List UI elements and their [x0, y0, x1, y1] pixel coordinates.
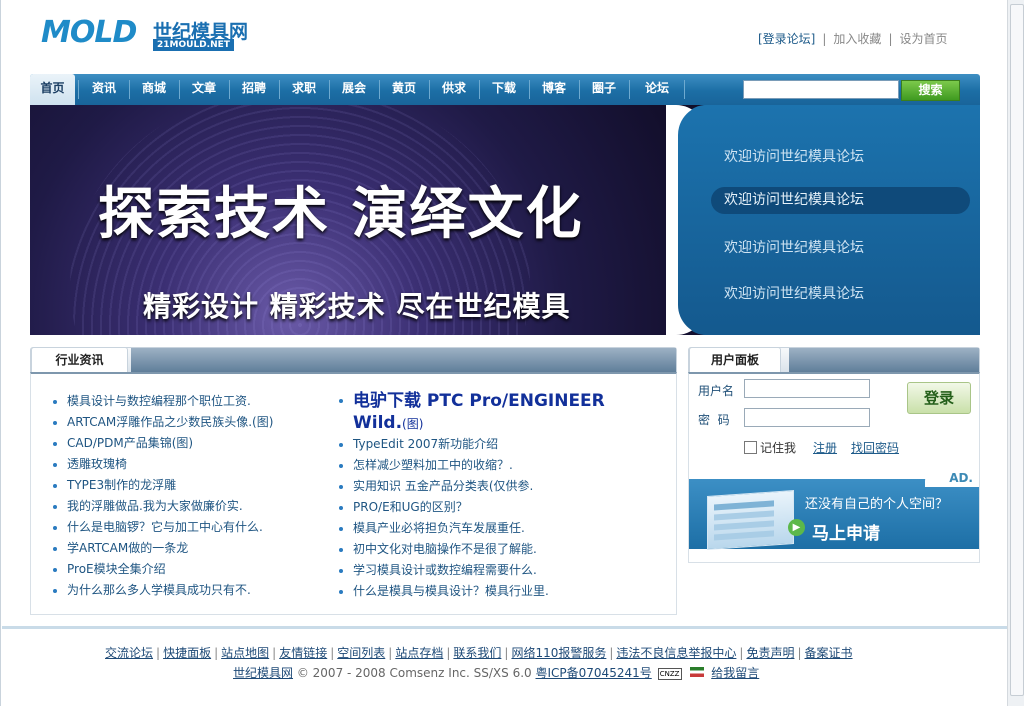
footer-link[interactable]: 友情链接 [279, 646, 327, 660]
footer-divider [2, 626, 1007, 629]
cnzz-badge[interactable]: CNZZ [657, 668, 682, 680]
panel-header: 用户面板 [688, 347, 980, 373]
news-list-left: 模具设计与数控编程那个职位工资. ARTCAM浮雕作品之少数民族头像.(图) C… [51, 391, 273, 601]
footer-links: 交流论坛 | 快捷面板 | 站点地图 | 友情链接 | 空间列表 | 站点存档 | 联系我们 | 网络110… [105, 646, 853, 660]
password-field[interactable] [744, 408, 870, 427]
banner-headline: 探索技术 演绎文化 [98, 182, 584, 247]
banner-message-item[interactable]: 欢迎访问世纪模具论坛 [724, 283, 864, 303]
add-favorite-link[interactable]: 加入收藏 [833, 32, 881, 46]
icp-link[interactable]: 粤ICP备07045241号 [536, 666, 652, 680]
list-item[interactable]: TypeEdit 2007新功能介绍 [337, 434, 623, 455]
nav-item-home[interactable]: 首页 [30, 74, 75, 105]
footer-link[interactable]: 交流论坛 [105, 646, 153, 660]
login-form: 用户名 密 码 登录 记住我 注册 找回密码 AD. 还没有自己的个人空间？ ▶… [688, 372, 980, 563]
footer-link[interactable]: 免责声明 [746, 646, 794, 660]
footer-link[interactable]: 网络110报警服务 [511, 646, 606, 660]
banner-message-item[interactable]: 欢迎访问世纪模具论坛 [724, 146, 864, 166]
footer-link[interactable]: 快捷面板 [163, 646, 211, 660]
ad-tag: AD. [925, 469, 979, 487]
login-button[interactable]: 登录 [907, 382, 971, 414]
news-body: 模具设计与数控编程那个职位工资. ARTCAM浮雕作品之少数民族头像.(图) C… [30, 372, 677, 615]
nav-item-blog[interactable]: 博客 [530, 74, 578, 105]
username-label: 用户名 [698, 384, 735, 398]
nav-item-articles[interactable]: 文章 [180, 74, 228, 105]
nav-item-jobs[interactable]: 求职 [280, 74, 328, 105]
recover-password-link[interactable]: 找回密码 [851, 439, 899, 456]
footer-link[interactable]: 备案证书 [805, 646, 853, 660]
list-item[interactable]: ARTCAM浮雕作品之少数民族头像.(图) [51, 412, 273, 433]
list-item[interactable]: 我的浮雕做品.我为大家做廉价实. [51, 496, 273, 517]
banner-message-item[interactable]: 欢迎访问世纪模具论坛 [724, 237, 864, 257]
scrollbar-thumb[interactable] [1010, 4, 1024, 696]
screenshot-thumbnail [707, 489, 794, 551]
nav-item-circles[interactable]: 圈子 [580, 74, 628, 105]
list-item[interactable]: PRO/E和UG的区别？ [337, 497, 623, 518]
footer-link[interactable]: 站点地图 [221, 646, 269, 660]
remember-checkbox[interactable] [744, 441, 757, 454]
panel-header: 行业资讯 [30, 347, 677, 373]
search-input[interactable] [743, 80, 899, 99]
footer-link[interactable]: 站点存档 [395, 646, 443, 660]
list-item[interactable]: 什么是电脑锣？它与加工中心有什么. [51, 517, 273, 538]
list-item[interactable]: 学ARTCAM做的一条龙 [51, 538, 273, 559]
list-item[interactable]: 初中文化对电脑操作不是很了解能. [337, 539, 623, 560]
ad-banner[interactable]: AD. 还没有自己的个人空间？ ▶ 马上申请 [689, 469, 979, 551]
nav-item-forum[interactable]: 论坛 [632, 74, 682, 105]
list-item[interactable]: 什么是模具与模具设计？模具行业里. [337, 581, 623, 602]
nav-item-mall[interactable]: 商城 [130, 74, 178, 105]
footer-link[interactable]: 联系我们 [453, 646, 501, 660]
leave-message-link[interactable]: 给我留言 [711, 666, 759, 680]
nav-item-yellowpages[interactable]: 黄页 [380, 74, 428, 105]
arrow-icon: ▶ [788, 519, 805, 536]
nav-item-recruit[interactable]: 招聘 [230, 74, 278, 105]
user-panel-title: 用户面板 [689, 347, 781, 372]
footer-link[interactable]: 空间列表 [337, 646, 385, 660]
copyright-text: © 2007 - 2008 Comsenz Inc. SS/XS 6.0 [296, 666, 532, 680]
search-button[interactable]: 搜索 [901, 80, 960, 101]
list-item[interactable]: ProE模块全集介绍 [51, 559, 273, 580]
banner-message-item-selected[interactable]: 欢迎访问世纪模具论坛 [711, 187, 970, 214]
top-links: [登录论坛] | 加入收藏 | 设为首页 [758, 32, 948, 46]
news-list-right: 电驴下载 PTC Pro/ENGINEER Wild.(图) TypeEdit … [337, 390, 623, 602]
flag-icon [690, 667, 705, 677]
hero-banner: 探索技术 演绎文化 精彩设计 精彩技术 尽在世纪模具 欢迎访问世纪模具论坛 欢迎… [30, 105, 980, 335]
list-item[interactable]: 学习模具设计或数控编程需要什么. [337, 560, 623, 581]
remember-me[interactable]: 记住我 [744, 439, 796, 456]
login-forum-link[interactable]: [登录论坛] [758, 32, 815, 46]
logo-domain: 21MOULD.NET [153, 39, 234, 51]
username-field[interactable] [744, 379, 870, 398]
nav-item-supply[interactable]: 供求 [430, 74, 478, 105]
banner-subline: 精彩设计 精彩技术 尽在世纪模具 [143, 290, 571, 323]
register-link[interactable]: 注册 [813, 439, 837, 456]
page-frame: MOLD 世纪模具网 21MOULD.NET [登录论坛] | 加入收藏 | 设为首页 … [0, 0, 1008, 706]
user-panel: 用户面板 用户名 密 码 登录 记住我 注册 找回密码 AD. 还没有自己的个人… [688, 347, 980, 563]
list-item[interactable]: 怎样减少塑料加工中的收缩？. [337, 455, 623, 476]
vertical-scrollbar[interactable] [1007, 0, 1024, 706]
nav-item-download[interactable]: 下载 [480, 74, 528, 105]
panel-title: 行业资讯 [31, 347, 128, 372]
logo-text-en: MOLD [41, 15, 137, 50]
industry-news-panel: 行业资讯 模具设计与数控编程那个职位工资. ARTCAM浮雕作品之少数民族头像.… [30, 347, 677, 615]
footer-link[interactable]: 违法不良信息举报中心 [616, 646, 736, 660]
nav-item-news[interactable]: 资讯 [80, 74, 128, 105]
list-item[interactable]: 为什么那么多人学模具成功只有不. [51, 580, 273, 601]
list-item[interactable]: 实用知识 五金产品分类表(仅供参. [337, 476, 623, 497]
list-item[interactable]: 模具产业必将担负汽车发展重任. [337, 518, 623, 539]
copyright: 世纪模具网 © 2007 - 2008 Comsenz Inc. SS/XS 6… [233, 664, 759, 681]
site-logo[interactable]: MOLD 世纪模具网 21MOULD.NET [41, 15, 251, 55]
list-item[interactable]: TYPE3制作的龙浮雕 [51, 475, 273, 496]
list-item[interactable]: CAD/PDM产品集锦(图) [51, 433, 273, 454]
main-nav: 首页 资讯 商城 文章 招聘 求职 展会 黄页 供求 下载 博客 圈子 论坛 搜… [30, 74, 980, 105]
ad-question: 还没有自己的个人空间？ [805, 497, 949, 512]
list-item[interactable]: 模具设计与数控编程那个职位工资. [51, 391, 273, 412]
password-label: 密 码 [698, 413, 730, 427]
list-item[interactable]: 透雕玫瑰椅 [51, 454, 273, 475]
set-homepage-link[interactable]: 设为首页 [899, 32, 947, 46]
apply-now-link[interactable]: ▶ 马上申请 [788, 519, 880, 544]
nav-item-exhibitions[interactable]: 展会 [330, 74, 378, 105]
featured-news-item[interactable]: 电驴下载 PTC Pro/ENGINEER Wild.(图) [337, 390, 623, 434]
site-name-link[interactable]: 世纪模具网 [233, 666, 293, 680]
